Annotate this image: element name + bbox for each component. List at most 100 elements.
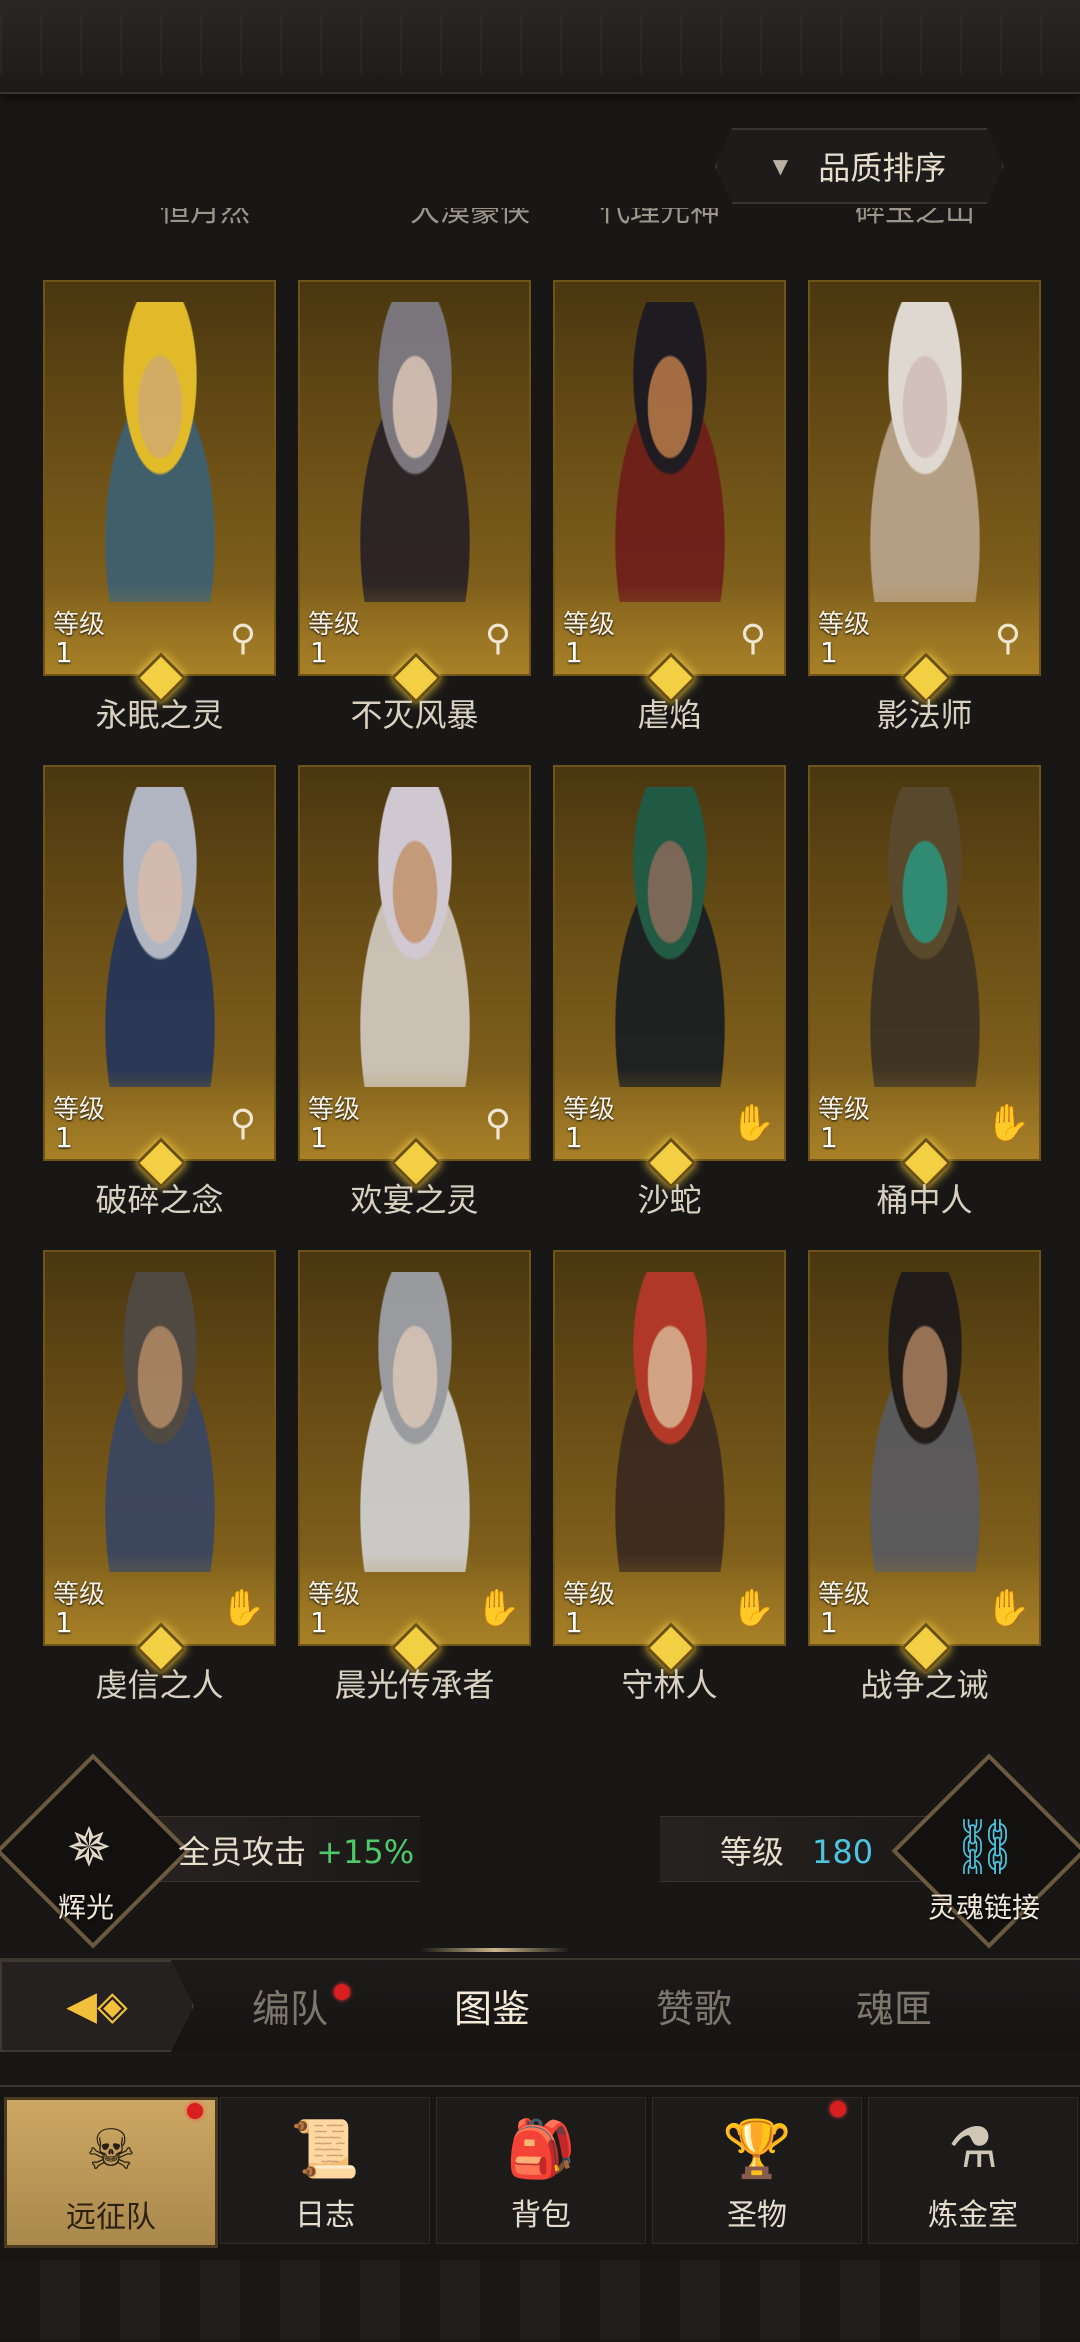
hero-portrait: 等级 1 ⚲ xyxy=(43,280,276,676)
level-value: 1 xyxy=(310,1121,328,1154)
level-total-value: 180 xyxy=(812,1833,874,1871)
hero-card[interactable]: 等级 1 ⚲ 永眠之灵 xyxy=(43,280,276,734)
horned-helmet-icon: ☠ xyxy=(85,2118,137,2183)
hero-figure xyxy=(330,302,500,602)
nav-journal[interactable]: 📜 日志 xyxy=(220,2097,430,2244)
level-value: 1 xyxy=(820,636,838,669)
magnifier-staff-icon: ⚲ xyxy=(229,1102,257,1144)
hero-portrait: 等级 1 ✋ xyxy=(808,765,1041,1161)
nav-alchemy[interactable]: ⚗ 炼金室 xyxy=(868,2097,1078,2244)
partial-name: 代理元神 xyxy=(600,208,720,229)
hero-figure xyxy=(585,1272,755,1572)
nav-backpack[interactable]: 🎒 背包 xyxy=(436,2097,646,2244)
hero-figure xyxy=(330,1272,500,1572)
quality-sort-button[interactable]: ▼ 品质排序 xyxy=(715,128,1004,204)
hero-card[interactable]: 等级 1 ✋ 战争之诫 xyxy=(808,1250,1041,1704)
partial-name: 碎玉之山 xyxy=(855,208,975,229)
tab-codex[interactable]: 图鉴 xyxy=(454,1978,530,2033)
magnifier-staff-icon: ⚲ xyxy=(229,617,257,659)
level-value: 1 xyxy=(820,1121,838,1154)
level-total: 等级 180 xyxy=(720,1827,873,1873)
magnifier-staff-icon: ⚲ xyxy=(484,617,512,659)
level-value: 1 xyxy=(55,636,73,669)
notification-dot xyxy=(334,1984,350,2000)
attack-bonus-text: 全员攻击 +15% xyxy=(178,1827,414,1873)
notification-dot xyxy=(187,2103,203,2119)
radiance-label: 辉光 xyxy=(58,1891,115,1924)
tab-hymn[interactable]: 赞歌 xyxy=(656,1978,732,2033)
level-value: 1 xyxy=(565,1121,583,1154)
level-value: 1 xyxy=(820,1606,838,1639)
nav-label: 背包 xyxy=(511,2198,571,2233)
hero-name: 战争之诫 xyxy=(860,1666,989,1704)
hero-portrait: 等级 1 ✋ xyxy=(808,1250,1041,1646)
hand-icon: ✋ xyxy=(985,1588,1031,1629)
tab-formation[interactable]: 编队 xyxy=(252,1978,328,2033)
nav-relics[interactable]: 🏆 圣物 xyxy=(652,2097,862,2244)
hero-card[interactable]: 等级 1 ⚲ 破碎之念 xyxy=(43,765,276,1219)
tab-soul-box[interactable]: 魂匣 xyxy=(856,1978,932,2033)
level-value: 1 xyxy=(565,636,583,669)
bottom-ornament xyxy=(0,2260,1080,2340)
hero-name: 破碎之念 xyxy=(95,1181,224,1219)
level-value: 1 xyxy=(55,1121,73,1154)
hero-card[interactable]: 等级 1 ✋ 晨光传承者 xyxy=(298,1250,531,1704)
hero-figure xyxy=(330,787,500,1087)
hero-portrait: 等级 1 ⚲ xyxy=(43,765,276,1161)
hand-icon: ✋ xyxy=(475,1588,521,1629)
hand-icon: ✋ xyxy=(220,1588,266,1629)
magnifier-staff-icon: ⚲ xyxy=(484,1102,512,1144)
hero-figure xyxy=(585,302,755,602)
alchemy-icon: ⚗ xyxy=(947,2116,999,2181)
hero-name: 不灭风暴 xyxy=(350,696,479,734)
hero-name: 守林人 xyxy=(621,1666,718,1704)
hero-figure xyxy=(75,1272,245,1572)
magnifier-staff-icon: ⚲ xyxy=(739,617,767,659)
hero-figure xyxy=(840,1272,1010,1572)
hand-icon: ✋ xyxy=(985,1103,1031,1144)
hero-portrait: 等级 1 ⚲ xyxy=(298,765,531,1161)
ornament-pattern xyxy=(0,14,1080,74)
active-tab-marker xyxy=(420,1948,570,1952)
hero-portrait: 等级 1 ✋ xyxy=(553,1250,786,1646)
hero-card[interactable]: 等级 1 ⚲ 不灭风暴 xyxy=(298,280,531,734)
nav-label: 炼金室 xyxy=(928,2198,1018,2233)
level-value: 1 xyxy=(310,1606,328,1639)
hero-card[interactable]: 等级 1 ⚲ 影法师 xyxy=(808,280,1041,734)
hero-name: 晨光传承者 xyxy=(334,1666,495,1704)
scroll-icon: 📜 xyxy=(290,2117,360,2182)
nav-expedition[interactable]: ☠ 远征队 xyxy=(4,2097,218,2248)
hero-figure xyxy=(75,787,245,1087)
hero-portrait: 等级 1 ✋ xyxy=(298,1250,531,1646)
back-button[interactable]: ◀◈ xyxy=(0,1960,194,2052)
partial-name: 恒月然 xyxy=(160,208,250,229)
level-value: 1 xyxy=(310,636,328,669)
attack-bonus-value: +15% xyxy=(316,1833,415,1871)
sort-label: 品质排序 xyxy=(818,149,947,187)
partial-name-row: 恒月然 大漠豪侠 代理元神 碎玉之山 xyxy=(0,208,1080,238)
soul-link-label: 灵魂链接 xyxy=(928,1891,1041,1924)
triangle-down-icon: ▼ xyxy=(772,154,789,178)
nav-label: 圣物 xyxy=(727,2198,787,2233)
backpack-icon: 🎒 xyxy=(506,2117,576,2182)
hand-icon: ✋ xyxy=(730,1103,776,1144)
hero-card[interactable]: 等级 1 ✋ 守林人 xyxy=(553,1250,786,1704)
attack-bonus-label: 全员攻击 xyxy=(178,1833,307,1871)
hand-icon: ✋ xyxy=(730,1588,776,1629)
hero-portrait: 等级 1 ⚲ xyxy=(808,280,1041,676)
hero-name: 虔信之人 xyxy=(95,1666,224,1704)
hero-card[interactable]: 等级 1 ✋ 沙蛇 xyxy=(553,765,786,1219)
hero-portrait: 等级 1 ⚲ xyxy=(553,280,786,676)
hero-figure xyxy=(840,302,1010,602)
level-value: 1 xyxy=(55,1606,73,1639)
hero-card[interactable]: 等级 1 ⚲ 欢宴之灵 xyxy=(298,765,531,1219)
hero-card[interactable]: 等级 1 ✋ 桶中人 xyxy=(808,765,1041,1219)
hero-card[interactable]: 等级 1 ✋ 虔信之人 xyxy=(43,1250,276,1704)
magnifier-staff-icon: ⚲ xyxy=(994,617,1022,659)
hero-portrait: 等级 1 ✋ xyxy=(553,765,786,1161)
level-value: 1 xyxy=(565,1606,583,1639)
hero-name: 永眠之灵 xyxy=(95,696,224,734)
hero-card[interactable]: 等级 1 ⚲ 虐焰 xyxy=(553,280,786,734)
nav-label: 远征队 xyxy=(66,2200,156,2235)
arrow-left-gem-icon: ◀◈ xyxy=(66,1983,128,2029)
